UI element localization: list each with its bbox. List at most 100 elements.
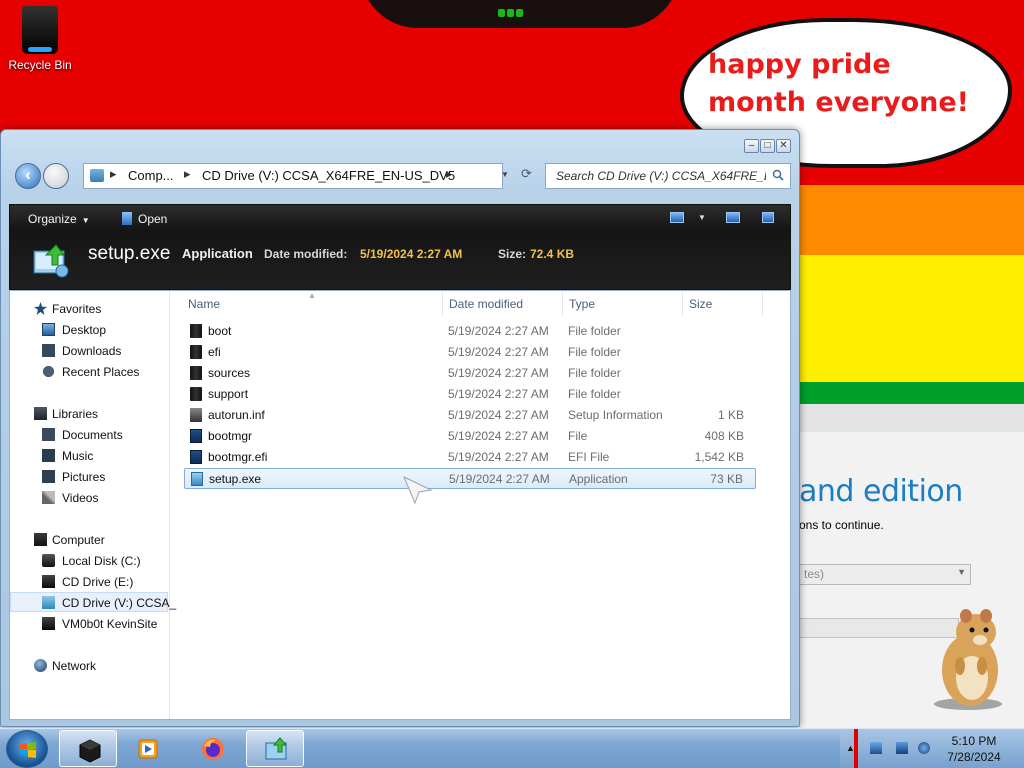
- details-file-name: setup.exe: [88, 243, 171, 264]
- file-type: File folder: [568, 387, 621, 401]
- nav-vm-label: VM0b0t KevinSite: [62, 617, 158, 631]
- file-type: Application: [569, 472, 628, 486]
- breadcrumb-computer[interactable]: Comp...: [128, 168, 174, 183]
- efi-file-icon: [190, 450, 202, 464]
- file-type: File folder: [568, 324, 621, 338]
- nav-computer[interactable]: Computer: [10, 530, 168, 550]
- nav-local-disk[interactable]: Local Disk (C:): [10, 551, 168, 571]
- search-icon[interactable]: [772, 169, 784, 181]
- nav-downloads-label: Downloads: [62, 344, 122, 358]
- nav-favorites[interactable]: Favorites: [10, 299, 168, 319]
- nav-music[interactable]: Music: [10, 446, 168, 466]
- chevron-right-icon[interactable]: ▸: [110, 166, 117, 182]
- address-bar[interactable]: ▸ Comp... ▸ CD Drive (V:) CCSA_X64FRE_EN…: [83, 163, 503, 189]
- back-button[interactable]: ‹: [15, 163, 41, 189]
- setup-subtitle-partial: ons to continue.: [799, 518, 884, 532]
- nav-libraries[interactable]: Libraries: [10, 404, 168, 424]
- windows-logo-icon: [20, 742, 36, 758]
- column-header-size[interactable]: Size: [689, 297, 712, 311]
- nav-cd-drive-v[interactable]: CD Drive (V:) CCSA_: [10, 592, 176, 612]
- organize-button[interactable]: Organize ▼: [28, 212, 90, 226]
- preview-pane-icon[interactable]: [726, 212, 740, 223]
- taskbar-setup-button[interactable]: [246, 730, 304, 767]
- view-options-chevron-icon[interactable]: ▼: [698, 213, 706, 222]
- file-name: efi: [208, 345, 221, 359]
- speech-bubble-text: happy pride month everyone!: [708, 49, 969, 118]
- folder-icon: [190, 387, 202, 401]
- file-row-sources[interactable]: sources 5/19/2024 2:27 AM File folder: [184, 363, 756, 384]
- file-row-autorun[interactable]: autorun.inf 5/19/2024 2:27 AM Setup Info…: [184, 405, 756, 426]
- open-button[interactable]: Open: [122, 212, 167, 226]
- file-name: setup.exe: [209, 472, 262, 486]
- nav-network[interactable]: Network: [10, 656, 168, 676]
- minimize-button[interactable]: –: [744, 139, 759, 153]
- start-button[interactable]: [6, 730, 48, 768]
- taskbar-firefox-button[interactable]: [183, 730, 241, 767]
- file-name: support: [208, 387, 249, 401]
- details-date-value: 5/19/2024 2:27 AM: [360, 247, 463, 261]
- nav-music-label: Music: [62, 449, 94, 463]
- column-divider[interactable]: [762, 291, 763, 317]
- close-button[interactable]: ✕: [776, 139, 791, 153]
- setup-information-file-icon: [190, 408, 202, 422]
- breadcrumb-cd-drive[interactable]: CD Drive (V:) CCSA_X64FRE_EN-US_DV5: [202, 168, 455, 183]
- nav-videos-label: Videos: [62, 491, 99, 505]
- computer-icon: [34, 533, 47, 546]
- setup-edition-select[interactable]: tes) ▼: [799, 564, 971, 585]
- recycle-bin-icon: [22, 6, 58, 54]
- search-input[interactable]: Search CD Drive (V:) CCSA_X64FRE_E...: [556, 169, 766, 183]
- file-row-support[interactable]: support 5/19/2024 2:27 AM File folder: [184, 384, 756, 405]
- change-view-icon[interactable]: [670, 212, 684, 223]
- nav-documents[interactable]: Documents: [10, 425, 168, 445]
- taskbar-explorer-button[interactable]: [59, 730, 117, 767]
- file-row-bootmgr-efi[interactable]: bootmgr.efi 5/19/2024 2:27 AM EFI File 1…: [184, 447, 756, 468]
- taskbar-media-player-button[interactable]: [118, 730, 176, 767]
- file-row-bootmgr[interactable]: bootmgr 5/19/2024 2:27 AM File 408 KB: [184, 426, 756, 447]
- nav-cd-drive-e[interactable]: CD Drive (E:): [10, 572, 168, 592]
- tray-red-marker: [854, 729, 858, 768]
- details-file-type: Application: [182, 246, 253, 261]
- nav-desktop[interactable]: Desktop: [10, 320, 168, 340]
- maximize-button[interactable]: □: [760, 139, 775, 153]
- action-center-icon[interactable]: [870, 742, 882, 754]
- refresh-icon[interactable]: ⟳: [521, 166, 532, 182]
- recent-places-icon: [42, 365, 55, 378]
- nav-vm-share[interactable]: VM0b0t KevinSite: [10, 614, 168, 634]
- file-row-boot[interactable]: boot 5/19/2024 2:27 AM File folder: [184, 321, 756, 342]
- chevron-right-icon[interactable]: ▸: [446, 166, 453, 182]
- column-header-type[interactable]: Type: [569, 297, 595, 311]
- column-divider[interactable]: [682, 291, 683, 317]
- nav-downloads[interactable]: Downloads: [10, 341, 168, 361]
- file-list: ▲ Name Date modified Type Size boot 5/19…: [172, 291, 790, 719]
- nav-pictures[interactable]: Pictures: [10, 467, 168, 487]
- file-row-setup-exe[interactable]: setup.exe 5/19/2024 2:27 AM Application …: [184, 468, 756, 489]
- network-status-icon[interactable]: [896, 742, 908, 754]
- file-row-efi[interactable]: efi 5/19/2024 2:27 AM File folder: [184, 342, 756, 363]
- address-history-dropdown-icon[interactable]: ▼: [501, 170, 509, 179]
- volume-icon[interactable]: [918, 742, 930, 754]
- navigation-bar: ‹ ▸ Comp... ▸ CD Drive (V:) CCSA_X64FRE_…: [11, 160, 791, 194]
- file-name: bootmgr.efi: [208, 450, 268, 464]
- column-divider[interactable]: [562, 291, 563, 317]
- nav-videos[interactable]: Videos: [10, 488, 168, 508]
- network-drive-icon: [42, 617, 55, 630]
- file-date: 5/19/2024 2:27 AM: [448, 450, 549, 464]
- setup-edition-select-value: tes): [804, 567, 825, 581]
- pictures-icon: [42, 470, 55, 483]
- column-header-date[interactable]: Date modified: [449, 297, 523, 311]
- column-header-name[interactable]: Name: [188, 297, 220, 311]
- forward-button[interactable]: [43, 163, 69, 189]
- file-type: EFI File: [568, 450, 610, 464]
- setup-disc-icon: [90, 169, 104, 182]
- column-divider[interactable]: [442, 291, 443, 317]
- chevron-right-icon[interactable]: ▸: [184, 166, 191, 182]
- recycle-bin-desktop-icon[interactable]: Recycle Bin: [8, 6, 72, 72]
- help-icon[interactable]: [762, 212, 774, 223]
- file-date: 5/19/2024 2:27 AM: [448, 408, 549, 422]
- file-type: Setup Information: [568, 408, 663, 422]
- search-box[interactable]: Search CD Drive (V:) CCSA_X64FRE_E...: [545, 163, 791, 189]
- nav-documents-label: Documents: [62, 428, 123, 442]
- nav-network-label: Network: [52, 659, 97, 673]
- system-clock[interactable]: 5:10 PM 7/28/2024: [940, 733, 1008, 765]
- nav-recent-places[interactable]: Recent Places: [10, 362, 168, 382]
